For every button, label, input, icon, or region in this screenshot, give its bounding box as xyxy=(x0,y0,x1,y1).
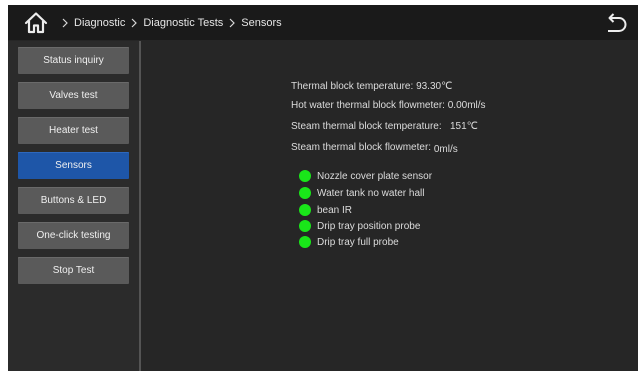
chevron-right-icon xyxy=(62,18,68,27)
back-arrow-icon[interactable] xyxy=(602,10,628,36)
reading-label: Hot water thermal block flowmeter: xyxy=(291,100,445,111)
status-indicator-icon xyxy=(299,204,311,216)
breadcrumb-item-diagnostic[interactable]: Diagnostic xyxy=(74,17,125,29)
sensor-label: Nozzle cover plate sensor xyxy=(317,170,433,182)
sidebar-item-heater-test[interactable]: Heater test xyxy=(18,117,129,144)
chevron-right-icon xyxy=(229,18,236,27)
sensor-row: Water tank no water hall xyxy=(299,187,424,199)
reading-value: 151℃ xyxy=(449,121,478,132)
reading-steam-block-flowmeter: Steam thermal block flowmeter: 0ml/s xyxy=(291,142,458,155)
reading-label: Steam thermal block temperature: xyxy=(291,121,442,132)
breadcrumb: Diagnostic Diagnostic Tests Sensors xyxy=(56,5,282,40)
breadcrumb-item-sensors: Sensors xyxy=(241,16,282,29)
sensor-label: Drip tray position probe xyxy=(317,220,421,232)
sidebar-item-status-inquiry[interactable]: Status inquiry xyxy=(18,47,129,74)
top-bar: Diagnostic Diagnostic Tests Sensors xyxy=(8,5,638,40)
screen: Diagnostic Diagnostic Tests Sensors Stat… xyxy=(8,5,638,371)
sensor-row: Drip tray position probe xyxy=(299,220,420,232)
reading-value: 0ml/s xyxy=(433,144,458,155)
reading-value: 0.00ml/s xyxy=(447,100,486,111)
sensor-row: Drip tray full probe xyxy=(299,236,399,248)
status-indicator-icon xyxy=(299,187,311,199)
sidebar-item-valves-test[interactable]: Valves test xyxy=(18,82,129,109)
sidebar-item-sensors[interactable]: Sensors xyxy=(18,152,129,179)
reading-value: 93.30℃ xyxy=(416,81,453,92)
sidebar-item-buttons-led[interactable]: Buttons & LED xyxy=(18,187,129,214)
sidebar: Status inquiry Valves test Heater test S… xyxy=(8,41,141,371)
chevron-right-icon xyxy=(131,18,138,27)
sensor-row: Nozzle cover plate sensor xyxy=(299,170,432,182)
reading-steam-block-temperature: Steam thermal block temperature: 151℃ xyxy=(291,121,478,132)
reading-thermal-block-temperature: Thermal block temperature: 93.30℃ xyxy=(291,81,452,92)
sensor-row: bean IR xyxy=(299,204,352,216)
sensor-panel: Thermal block temperature: 93.30℃ Hot wa… xyxy=(141,41,638,371)
sensor-label: bean IR xyxy=(317,204,353,216)
sensor-label: Water tank no water hall xyxy=(317,187,425,199)
reading-label: Steam thermal block flowmeter: xyxy=(291,142,432,153)
sidebar-item-stop-test[interactable]: Stop Test xyxy=(18,257,129,284)
breadcrumb-item-diagnostic-tests[interactable]: Diagnostic Tests xyxy=(143,17,223,29)
sidebar-item-one-click-testing[interactable]: One-click testing xyxy=(18,222,129,249)
reading-label: Thermal block temperature: xyxy=(291,81,414,92)
home-icon[interactable] xyxy=(23,10,49,36)
status-indicator-icon xyxy=(299,220,311,232)
status-indicator-icon xyxy=(299,170,311,182)
status-indicator-icon xyxy=(299,236,311,248)
reading-hot-water-flowmeter: Hot water thermal block flowmeter: 0.00m… xyxy=(291,100,486,111)
sensor-label: Drip tray full probe xyxy=(317,236,399,248)
